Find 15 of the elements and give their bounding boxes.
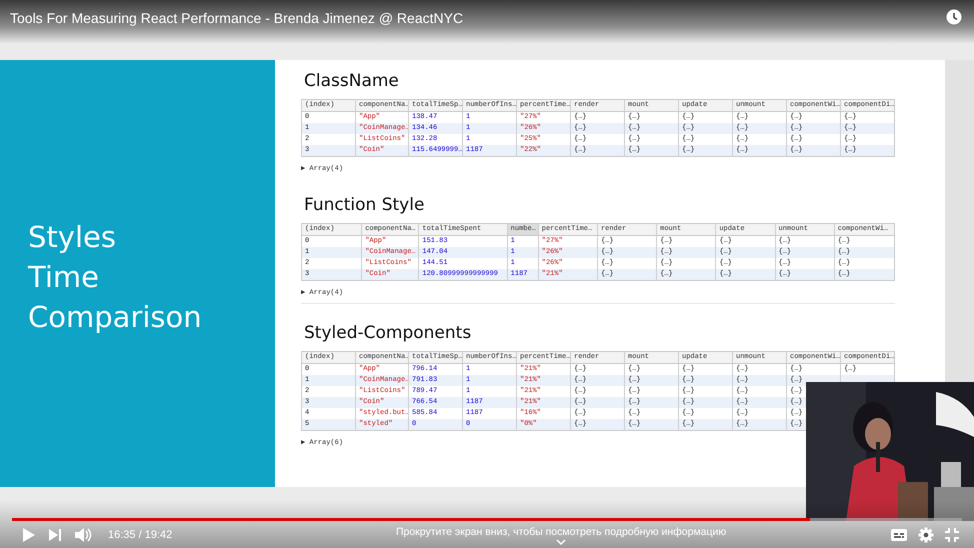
section-title: Styled-Components (304, 322, 472, 345)
video-title[interactable]: Tools For Measuring React Performance - Brenda Jimenez @ ReactNYC (10, 9, 464, 27)
time-display: 16:35 / 19:42 (108, 529, 172, 541)
exit-fullscreen-icon[interactable] (944, 527, 960, 543)
subtitles-icon[interactable] (890, 528, 908, 542)
section-title: Function Style (304, 194, 426, 217)
chevron-down-icon[interactable] (556, 538, 566, 544)
slide-heading: Styles Time Comparison (28, 218, 202, 336)
section-title: ClassName (304, 70, 400, 93)
volume-icon[interactable] (74, 527, 92, 543)
next-icon[interactable] (48, 528, 62, 542)
scroll-hint: Прокрутите экран вниз, чтобы посмотреть подробную информацию (396, 526, 726, 538)
clock-icon[interactable] (946, 9, 962, 25)
play-icon[interactable] (22, 527, 36, 543)
settings-icon[interactable] (918, 527, 934, 543)
